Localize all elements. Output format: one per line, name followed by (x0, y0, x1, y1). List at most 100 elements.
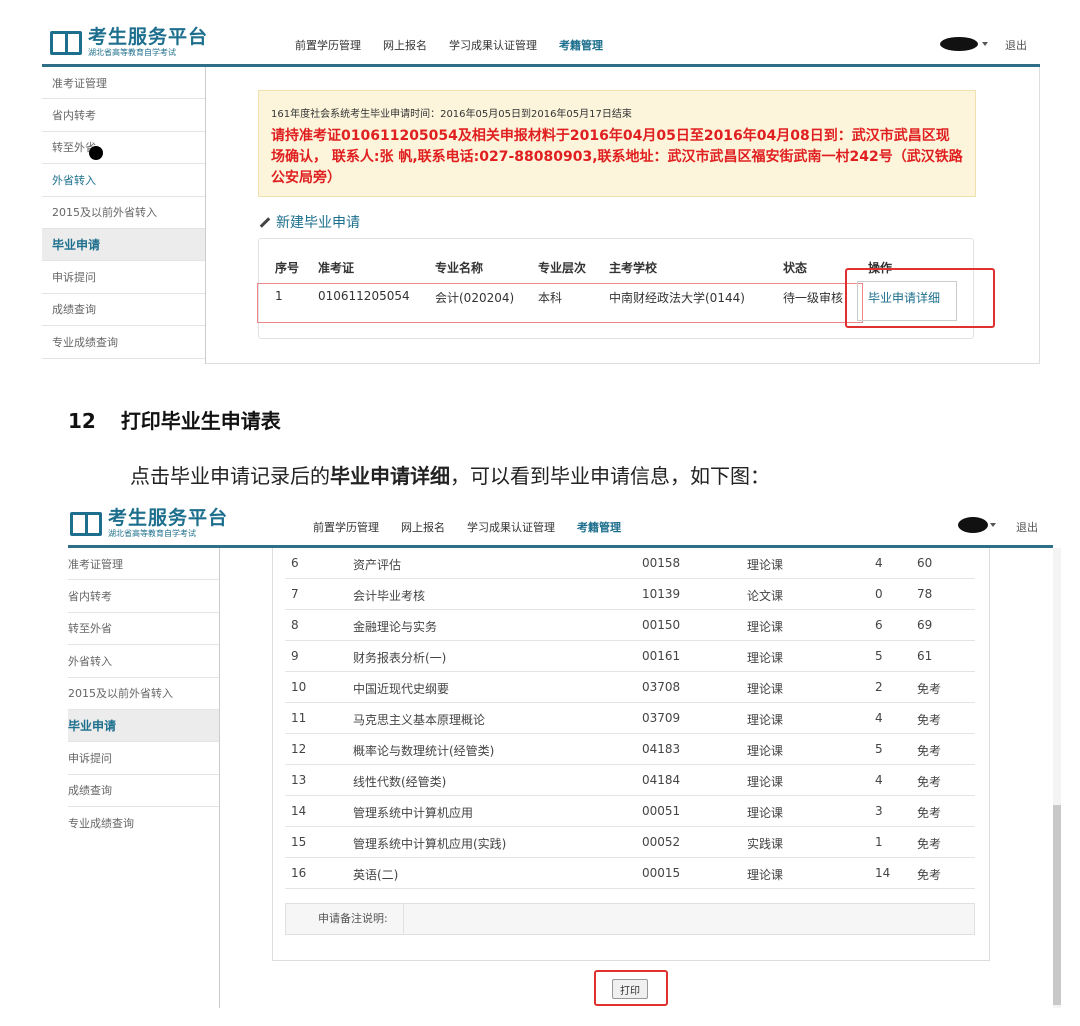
course-no: 11 (291, 711, 307, 725)
course-no: 12 (291, 742, 307, 756)
logout-link[interactable]: 退出 (1016, 519, 1038, 535)
sidebar-item-appeal[interactable]: 申诉提问 (42, 261, 205, 294)
notice-instructions: 请持准考证010611205054及相关申报材料于2016年04月05日至201… (271, 128, 963, 186)
nav-credit-recognition[interactable]: 学习成果认证管理 (467, 519, 555, 535)
logo-subtitle: 湖北省高等教育自学考试 (88, 48, 176, 57)
nav-prior-education[interactable]: 前置学历管理 (295, 37, 361, 53)
col-major: 专业名称 (435, 261, 484, 275)
course-type: 理论课 (747, 744, 784, 758)
logo-1[interactable]: 考生服务平台 湖北省高等教育自学考试 (50, 28, 208, 57)
course-type: 理论课 (747, 651, 784, 665)
course-no: 8 (291, 618, 299, 632)
table-row: 9 财务报表分析(一) 00161 理论课 5 61 (285, 641, 975, 672)
row-status: 待一级审核 (783, 291, 844, 305)
desc-text-post: ，可以看到毕业申请信息，如下图： (450, 464, 770, 488)
sidebar-item-admission-ticket[interactable]: 准考证管理 (42, 67, 205, 100)
sidebar-item-major-score-query[interactable]: 专业成绩查询 (42, 326, 205, 359)
course-no: 6 (291, 556, 299, 570)
course-name: 英语(二) (353, 868, 399, 882)
sidebar-item-major-score-query[interactable]: 专业成绩查询 (68, 807, 219, 839)
logo-subtitle: 湖北省高等教育自学考试 (108, 529, 196, 538)
course-no: 7 (291, 587, 299, 601)
scrollbar-thumb[interactable] (1053, 805, 1061, 1005)
avatar[interactable] (958, 517, 988, 533)
new-application-link[interactable]: 新建毕业申请 (258, 212, 360, 232)
col-seq: 序号 (275, 261, 300, 275)
sidebar-item-intra-province-transfer[interactable]: 省内转考 (68, 580, 219, 613)
course-code: 03709 (642, 711, 681, 725)
sidebar-item-transfer-out[interactable]: 转至外省 (42, 132, 205, 165)
table-row: 15 管理系统中计算机应用(实践) 00052 实践课 1 免考 (285, 827, 975, 858)
course-credit: 4 (875, 773, 883, 787)
course-code: 04184 (642, 773, 681, 787)
course-type: 理论课 (747, 713, 784, 727)
nav-online-registration[interactable]: 网上报名 (383, 37, 427, 53)
sidebar-item-transfer-out[interactable]: 转至外省 (68, 613, 219, 646)
logo-2[interactable]: 考生服务平台 湖北省高等教育自学考试 (70, 509, 228, 538)
sidebar-item-score-query[interactable]: 成绩查询 (68, 775, 219, 808)
course-score: 免考 (917, 713, 942, 727)
avatar[interactable] (940, 37, 978, 51)
nav-online-registration[interactable]: 网上报名 (401, 519, 445, 535)
sidebar-item-intra-province-transfer[interactable]: 省内转考 (42, 99, 205, 132)
nav-prior-education[interactable]: 前置学历管理 (313, 519, 379, 535)
sidebar-item-transfer-in-2015[interactable]: 2015及以前外省转入 (68, 678, 219, 710)
cursor-dot (89, 146, 103, 160)
header-1: 考生服务平台 湖北省高等教育自学考试 前置学历管理 网上报名 学习成果认证管理 … (42, 22, 1040, 67)
course-credit: 14 (875, 866, 891, 880)
book-logo-icon (70, 511, 102, 536)
row-major: 会计(020204) (435, 291, 515, 305)
col-level: 专业层次 (538, 261, 587, 275)
desc-text-pre: 点击毕业申请记录后的 (130, 464, 330, 488)
course-code: 04183 (642, 742, 681, 756)
course-name: 会计毕业考核 (353, 589, 426, 603)
course-score: 免考 (917, 682, 942, 696)
course-name: 管理系统中计算机应用 (353, 806, 474, 820)
table-row: 8 金融理论与实务 00150 理论课 6 69 (285, 610, 975, 641)
sidebar-item-transfer-in-2015[interactable]: 2015及以前外省转入 (42, 197, 205, 229)
sidebar-item-graduation[interactable]: 毕业申请 (42, 228, 205, 262)
course-credit: 2 (875, 680, 883, 694)
nav-record-management[interactable]: 考籍管理 (577, 519, 621, 535)
course-name: 管理系统中计算机应用(实践) (353, 837, 507, 851)
course-credit: 6 (875, 618, 883, 632)
course-credit: 1 (875, 835, 883, 849)
course-credit: 4 (875, 556, 883, 570)
course-type: 理论课 (747, 620, 784, 634)
course-score: 免考 (917, 806, 942, 820)
course-code: 03708 (642, 680, 681, 694)
sidebar-item-admission-ticket[interactable]: 准考证管理 (68, 548, 219, 581)
sidebar-item-transfer-in[interactable]: 外省转入 (68, 645, 219, 678)
course-code: 00051 (642, 804, 681, 818)
sidebar-item-graduation[interactable]: 毕业申请 (68, 709, 219, 743)
remark-label: 申请备注说明: (286, 904, 404, 934)
row-school: 中南财经政法大学(0144) (609, 291, 745, 305)
sidebar-item-score-query[interactable]: 成绩查询 (42, 294, 205, 327)
logout-link[interactable]: 退出 (1005, 37, 1027, 53)
course-score: 免考 (917, 837, 942, 851)
course-type: 理论课 (747, 806, 784, 820)
nav-credit-recognition[interactable]: 学习成果认证管理 (449, 37, 537, 53)
course-code: 00161 (642, 649, 681, 663)
nav-record-management[interactable]: 考籍管理 (559, 37, 603, 53)
pencil-icon (258, 216, 270, 228)
course-code: 00015 (642, 866, 681, 880)
course-code: 00150 (642, 618, 681, 632)
sidebar-item-appeal[interactable]: 申诉提问 (68, 742, 219, 775)
course-code: 00052 (642, 835, 681, 849)
col-status: 状态 (783, 261, 808, 275)
logo-title: 考生服务平台 (88, 26, 209, 48)
course-name: 线性代数(经管类) (353, 775, 447, 789)
col-ticket: 准考证 (318, 261, 355, 275)
course-score: 免考 (917, 775, 942, 789)
course-score: 免考 (917, 868, 942, 882)
course-credit: 3 (875, 804, 883, 818)
course-no: 9 (291, 649, 299, 663)
table-row: 14 管理系统中计算机应用 00051 理论课 3 免考 (285, 796, 975, 827)
new-application-label: 新建毕业申请 (276, 215, 360, 231)
caret-down-icon[interactable] (982, 42, 988, 46)
caret-down-icon[interactable] (990, 523, 996, 527)
course-name: 财务报表分析(一) (353, 651, 447, 665)
highlight-box-print (594, 970, 668, 1006)
sidebar-item-transfer-in[interactable]: 外省转入 (42, 164, 205, 197)
